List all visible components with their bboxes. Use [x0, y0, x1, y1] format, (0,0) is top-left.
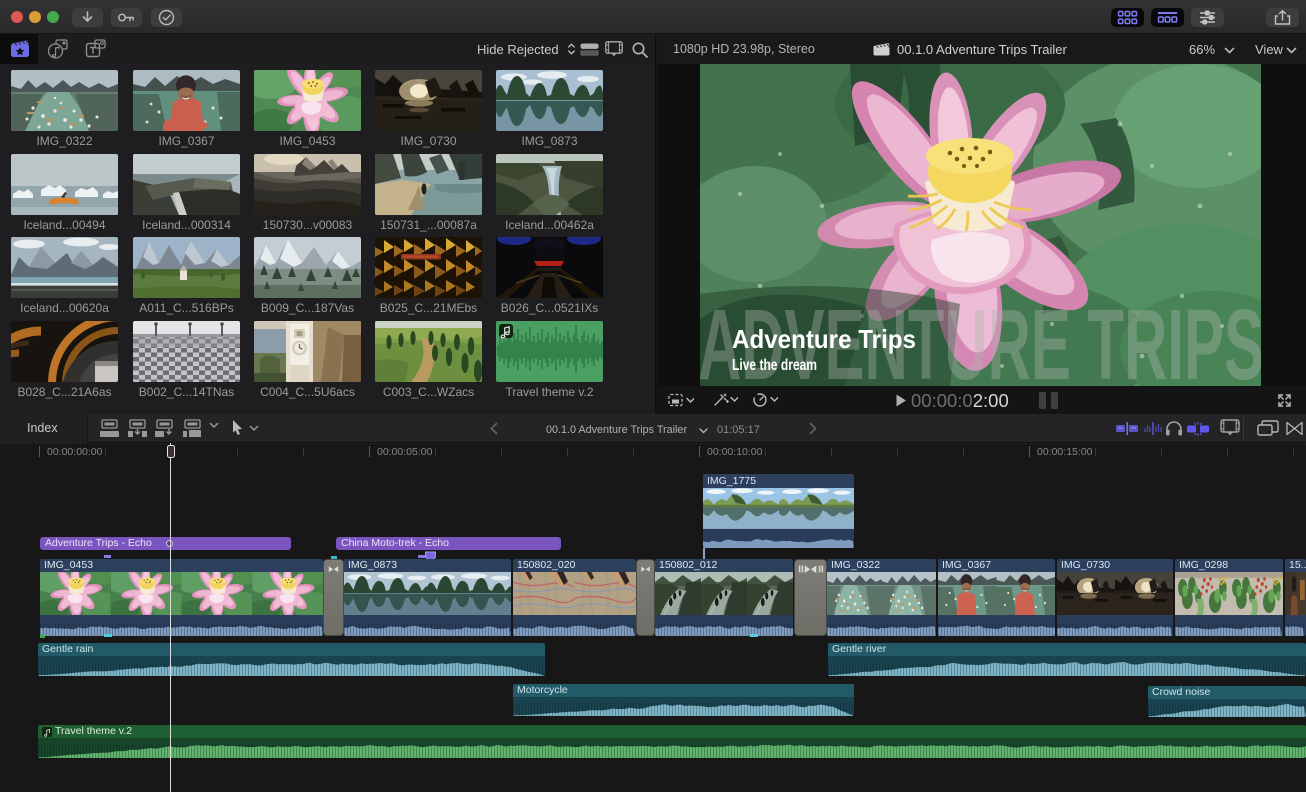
svg-text:Adventure Trips: Adventure Trips: [732, 324, 916, 354]
svg-text:Live the dream: Live the dream: [732, 357, 817, 374]
